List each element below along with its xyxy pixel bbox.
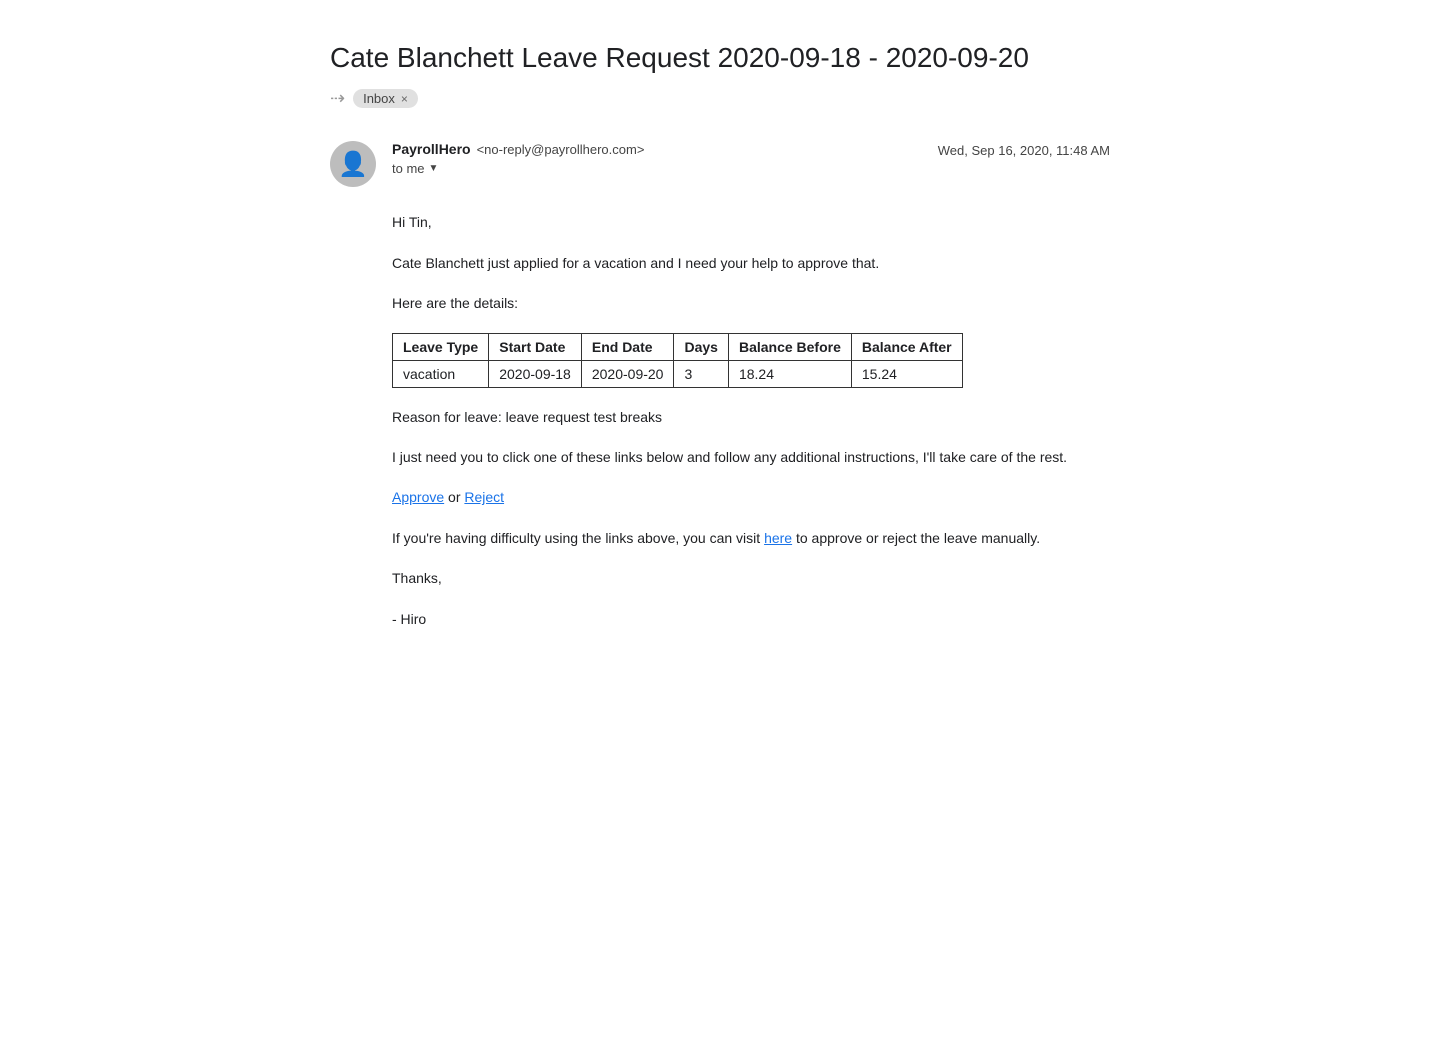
email-date: Wed, Sep 16, 2020, 11:48 AM xyxy=(938,143,1110,158)
here-link[interactable]: here xyxy=(764,530,792,546)
difficulty-text-after: to approve or reject the leave manually. xyxy=(792,530,1040,546)
table-header-row: Leave Type Start Date End Date Days Bala… xyxy=(393,333,963,360)
chevron-down-icon: ▼ xyxy=(429,163,439,174)
leave-table: Leave Type Start Date End Date Days Bala… xyxy=(392,333,963,388)
reason-paragraph: Reason for leave: leave request test bre… xyxy=(392,406,1110,428)
email-header: 👤 PayrollHero <no-reply@payrollhero.com>… xyxy=(330,141,1110,187)
col-end-date: End Date xyxy=(581,333,674,360)
table-cell: 2020-09-18 xyxy=(489,360,582,387)
to-line[interactable]: to me ▼ xyxy=(392,161,644,176)
sender-info: PayrollHero <no-reply@payrollhero.com> t… xyxy=(392,141,644,176)
signature: - Hiro xyxy=(392,608,1110,630)
label-close-button[interactable]: × xyxy=(401,93,408,105)
greeting: Hi Tin, xyxy=(392,211,1110,233)
email-subject: Cate Blanchett Leave Request 2020-09-18 … xyxy=(330,40,1110,76)
avatar: 👤 xyxy=(330,141,376,187)
reject-link[interactable]: Reject xyxy=(464,489,504,505)
sender-email: <no-reply@payrollhero.com> xyxy=(477,142,645,157)
action-links: Approve or Reject xyxy=(392,486,1110,508)
email-body: Hi Tin, Cate Blanchett just applied for … xyxy=(330,211,1110,630)
inbox-label-text: Inbox xyxy=(363,91,395,106)
table-cell: vacation xyxy=(393,360,489,387)
difficulty-text-before: If you're having difficulty using the li… xyxy=(392,530,764,546)
instructions-paragraph: I just need you to click one of these li… xyxy=(392,446,1110,468)
col-leave-type: Leave Type xyxy=(393,333,489,360)
sender-name: PayrollHero xyxy=(392,141,471,157)
table-cell: 3 xyxy=(674,360,728,387)
col-balance-after: Balance After xyxy=(851,333,962,360)
inbox-label-badge[interactable]: Inbox × xyxy=(353,89,418,108)
col-days: Days xyxy=(674,333,728,360)
table-cell: 15.24 xyxy=(851,360,962,387)
table-cell: 18.24 xyxy=(728,360,851,387)
thanks: Thanks, xyxy=(392,567,1110,589)
email-labels: ⇢ Inbox × xyxy=(330,88,1110,109)
sender-name-line: PayrollHero <no-reply@payrollhero.com> xyxy=(392,141,644,157)
intro-paragraph: Cate Blanchett just applied for a vacati… xyxy=(392,252,1110,274)
difficulty-paragraph: If you're having difficulty using the li… xyxy=(392,527,1110,549)
col-start-date: Start Date xyxy=(489,333,582,360)
to-label: to me xyxy=(392,161,425,176)
avatar-icon: 👤 xyxy=(338,150,368,179)
col-balance-before: Balance Before xyxy=(728,333,851,360)
email-container: Cate Blanchett Leave Request 2020-09-18 … xyxy=(270,0,1170,688)
sender-section: 👤 PayrollHero <no-reply@payrollhero.com>… xyxy=(330,141,644,187)
or-text: or xyxy=(444,489,464,505)
approve-link[interactable]: Approve xyxy=(392,489,444,505)
table-cell: 2020-09-20 xyxy=(581,360,674,387)
table-row: vacation2020-09-182020-09-20318.2415.24 xyxy=(393,360,963,387)
forward-icon: ⇢ xyxy=(330,88,345,109)
details-label: Here are the details: xyxy=(392,292,1110,314)
